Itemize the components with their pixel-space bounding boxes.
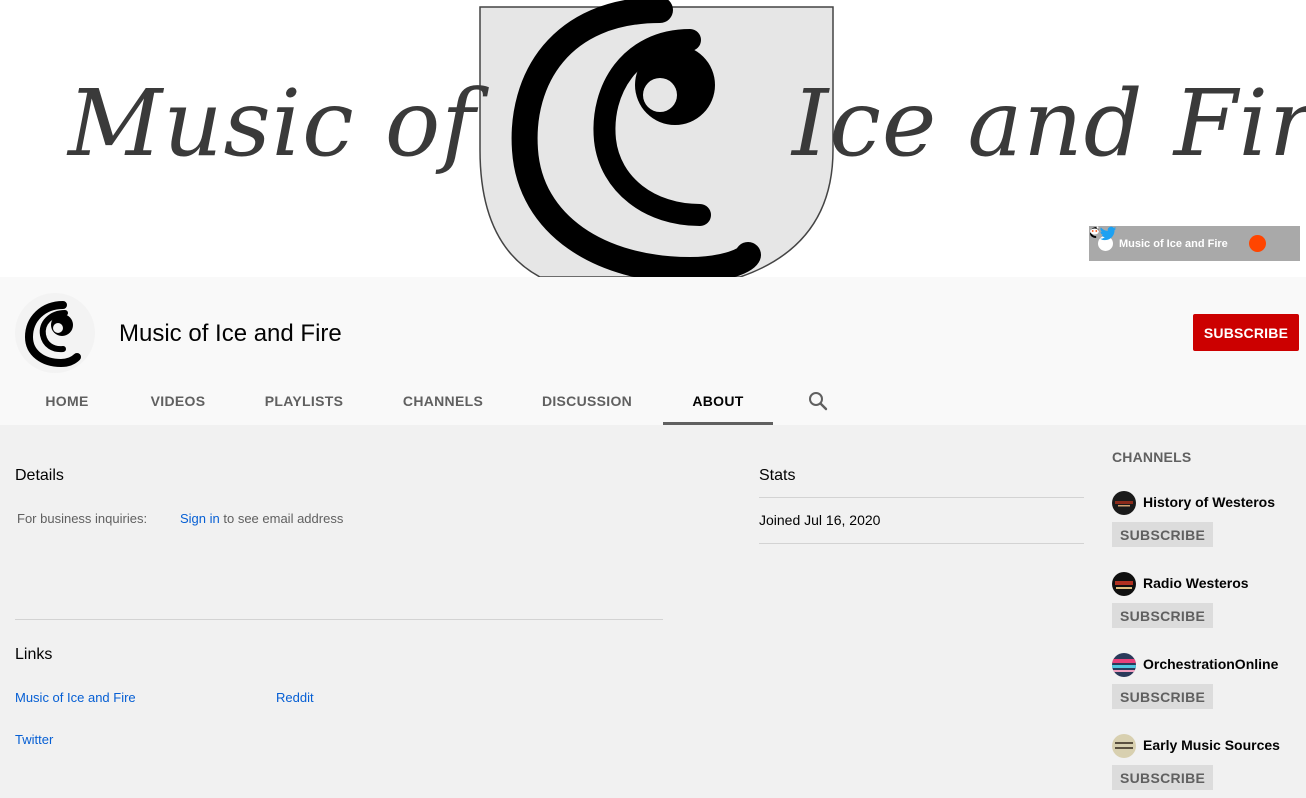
link-music-of-ice-and-fire[interactable]: Music of Ice and Fire	[15, 690, 136, 705]
divider	[759, 543, 1084, 544]
related-subscribe-button[interactable]: SUBSCRIBE	[1112, 765, 1214, 790]
banner-title-right: Ice and Fire	[792, 70, 1306, 177]
related-channel: OrchestrationOnline SUBSCRIBE	[1112, 653, 1302, 717]
subscribe-button[interactable]: SUBSCRIBE	[1193, 314, 1299, 351]
divider	[759, 497, 1084, 498]
stats-title: Stats	[759, 467, 796, 484]
tab-about[interactable]: ABOUT	[663, 377, 773, 425]
tab-videos[interactable]: VIDEOS	[125, 377, 231, 425]
channel-thumbnail[interactable]	[1112, 491, 1136, 515]
related-subscribe-button[interactable]: SUBSCRIBE	[1112, 684, 1214, 709]
banner-link-label[interactable]: Music of Ice and Fire	[1119, 238, 1237, 250]
reddit-icon[interactable]	[1090, 226, 1266, 252]
sign-in-link[interactable]: Sign in	[180, 511, 220, 526]
business-inquiries-label: For business inquiries:	[17, 511, 148, 526]
channel-thumbnail[interactable]	[1112, 653, 1136, 677]
related-channel: History of Westeros SUBSCRIBE	[1112, 491, 1302, 555]
related-channel-name[interactable]: Early Music Sources	[1143, 737, 1280, 753]
banner-links: Music of Ice and Fire	[1089, 226, 1300, 261]
sign-in-suffix: to see email address	[219, 511, 344, 526]
avatar[interactable]	[15, 293, 95, 373]
channel-thumbnail[interactable]	[1112, 572, 1136, 596]
email-signin-text: Sign in to see email address	[180, 511, 343, 526]
link-twitter[interactable]: Twitter	[15, 732, 53, 747]
details-title: Details	[15, 467, 64, 484]
related-channel: Radio Westeros SUBSCRIBE	[1112, 572, 1302, 636]
related-channel-name[interactable]: OrchestrationOnline	[1143, 656, 1278, 672]
tab-channels[interactable]: CHANNELS	[376, 377, 510, 425]
tab-home[interactable]: HOME	[15, 377, 119, 425]
links-title: Links	[15, 646, 53, 663]
twitter-icon[interactable]	[1099, 226, 1117, 242]
channel-banner: Music of Ice and Fire Music of Ice and F…	[0, 0, 1306, 277]
link-reddit[interactable]: Reddit	[276, 690, 314, 705]
related-channel-name[interactable]: Radio Westeros	[1143, 575, 1249, 591]
related-channel: Early Music Sources SUBSCRIBE	[1112, 734, 1302, 798]
related-channel-name[interactable]: History of Westeros	[1143, 494, 1275, 510]
channel-tabs: HOME VIDEOS PLAYLISTS CHANNELS DISCUSSIO…	[0, 377, 900, 425]
divider	[15, 619, 663, 620]
related-subscribe-button[interactable]: SUBSCRIBE	[1112, 522, 1214, 547]
joined-date: Joined Jul 16, 2020	[759, 512, 881, 528]
tab-playlists[interactable]: PLAYLISTS	[238, 377, 370, 425]
related-subscribe-button[interactable]: SUBSCRIBE	[1112, 603, 1214, 628]
channel-name: Music of Ice and Fire	[119, 320, 342, 347]
related-channels-heading: CHANNELS	[1112, 449, 1192, 465]
search-icon[interactable]	[806, 389, 830, 413]
banner-title-left: Music of	[68, 70, 477, 177]
tab-discussion[interactable]: DISCUSSION	[516, 377, 658, 425]
channel-thumbnail[interactable]	[1112, 734, 1136, 758]
channel-header: Music of Ice and Fire SUBSCRIBE HOME VID…	[0, 277, 1306, 425]
